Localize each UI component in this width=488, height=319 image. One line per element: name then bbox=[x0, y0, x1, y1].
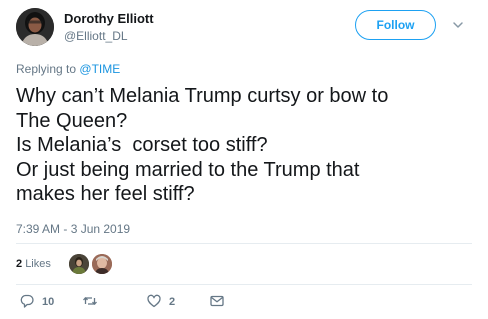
envelope-icon bbox=[209, 293, 225, 312]
author-avatar[interactable] bbox=[16, 8, 54, 46]
tweet-text-line: Is Melania’s corset too stiff? bbox=[16, 134, 268, 156]
like-count: 2 bbox=[169, 296, 176, 308]
retweet-icon bbox=[82, 293, 98, 312]
reply-count: 10 bbox=[42, 296, 55, 308]
author-handle[interactable]: @Elliott_DL bbox=[64, 29, 128, 43]
likes-count: 2 bbox=[16, 258, 23, 270]
heart-icon bbox=[146, 293, 162, 312]
reply-context: Replying to @TIME bbox=[16, 62, 120, 76]
tweet-text-line: Why can’t Melania Trump curtsy or bow to bbox=[16, 85, 389, 107]
tweet-text: Why can’t Melania Trump curtsy or bow to… bbox=[16, 84, 476, 207]
like-button[interactable]: 2 bbox=[146, 293, 175, 311]
chevron-down-icon[interactable] bbox=[451, 18, 465, 32]
tweet-timestamp[interactable]: 7:39 AM - 3 Jun 2019 bbox=[16, 222, 130, 236]
reply-icon bbox=[19, 293, 35, 312]
reply-prefix: Replying to bbox=[16, 62, 77, 76]
tweet-text-line: The Queen? bbox=[16, 109, 128, 132]
liker-avatar[interactable] bbox=[69, 254, 89, 274]
tweet-text-line: Or just being married to the Trump that bbox=[16, 158, 360, 181]
follow-button[interactable]: Follow bbox=[355, 10, 436, 40]
likes-summary[interactable]: 2 Likes bbox=[16, 258, 51, 270]
tweet-card: Dorothy Elliott @Elliott_DL Follow Reply… bbox=[0, 0, 488, 319]
direct-message-button[interactable] bbox=[209, 293, 225, 311]
divider bbox=[16, 284, 472, 285]
author-name[interactable]: Dorothy Elliott bbox=[64, 11, 154, 26]
likes-label: Likes bbox=[25, 258, 51, 270]
reply-button[interactable]: 10 bbox=[19, 293, 54, 311]
tweet-text-line: makes her feel stiff? bbox=[16, 183, 195, 205]
reply-handle-link[interactable]: @TIME bbox=[79, 62, 120, 76]
divider bbox=[16, 243, 472, 244]
retweet-button[interactable] bbox=[82, 293, 105, 311]
liker-avatar[interactable] bbox=[92, 254, 112, 274]
